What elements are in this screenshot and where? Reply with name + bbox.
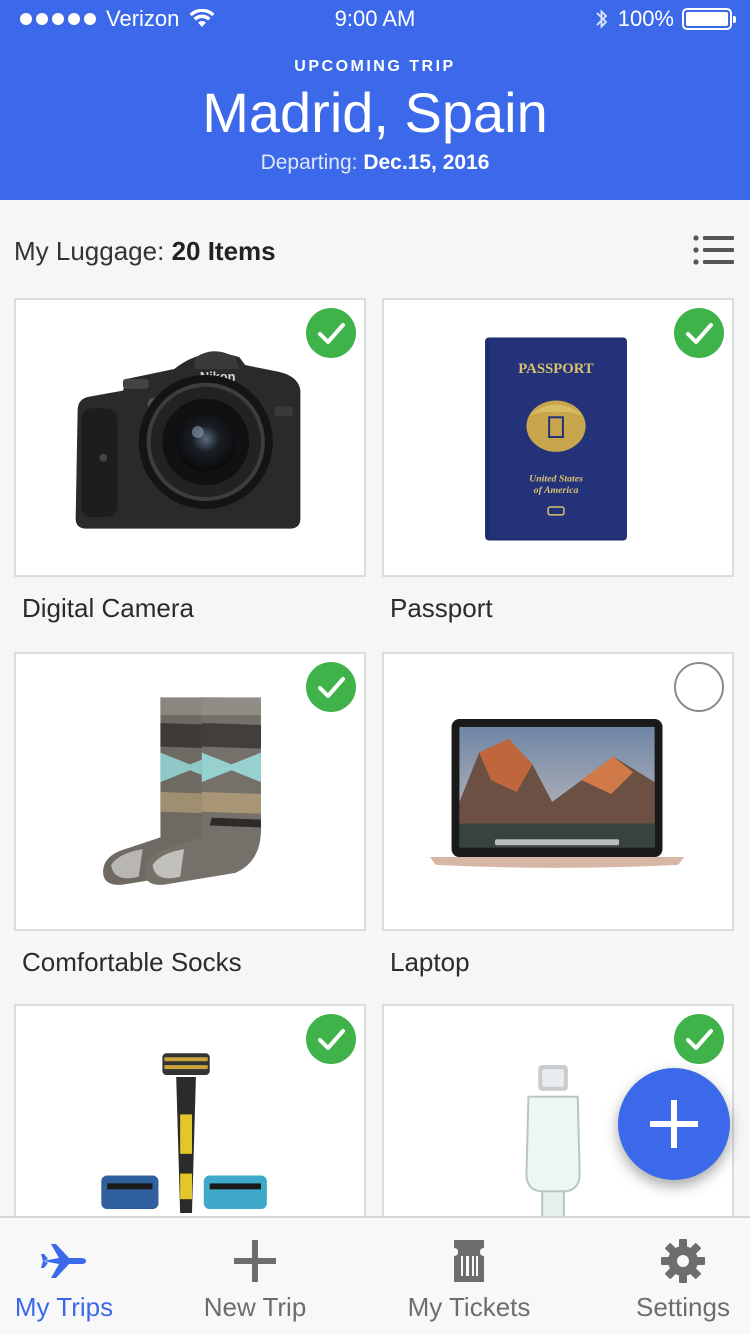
departure-info: Departing: Dec.15, 2016 (0, 151, 750, 175)
departing-label: Departing: (260, 151, 358, 174)
tab-my-trips[interactable]: My Trips (0, 1218, 128, 1334)
status-right: 100% (594, 6, 736, 32)
tab-settings[interactable]: Settings (624, 1218, 742, 1334)
plus-icon (234, 1240, 276, 1282)
item-label: Comfortable Socks (22, 947, 242, 977)
trip-header: Verizon 9:00 AM 100% UPCOMING TRIP Madri… (0, 0, 750, 200)
tab-my-tickets[interactable]: My Tickets (394, 1218, 544, 1334)
plus-icon (650, 1100, 698, 1148)
luggage-item-card[interactable]: PASSPORT United States of America Passpo… (382, 298, 734, 624)
status-bar: Verizon 9:00 AM 100% (0, 0, 750, 40)
luggage-count: My Luggage: 20 Items (14, 236, 276, 267)
checkmark-icon (318, 677, 345, 698)
gear-icon (661, 1239, 705, 1283)
tab-label: Settings (636, 1292, 730, 1322)
item-packed-checkmark[interactable] (306, 1014, 356, 1064)
passport-heading: PASSPORT (518, 361, 594, 377)
item-label: Passport (390, 593, 493, 623)
item-packed-checkmark[interactable] (674, 308, 724, 358)
ticket-icon (454, 1240, 484, 1282)
checkmark-icon (318, 1029, 345, 1050)
airplane-icon (41, 1244, 86, 1278)
bluetooth-icon (596, 9, 607, 29)
item-unpacked-circle[interactable] (674, 662, 724, 712)
departing-date: Dec.15, 2016 (363, 151, 490, 174)
battery-percent: 100% (617, 6, 674, 31)
luggage-items-count: 20 Items (171, 236, 276, 266)
item-label: Digital Camera (22, 593, 194, 623)
luggage-item-card[interactable]: Nikon Digital Camera (14, 298, 366, 624)
item-image-frame[interactable] (382, 652, 734, 931)
item-packed-checkmark[interactable] (306, 308, 356, 358)
luggage-summary: My Luggage: 20 Items (14, 232, 736, 272)
tab-label: New Trip (203, 1292, 307, 1322)
item-image-frame[interactable]: Nikon (14, 298, 366, 577)
checkmark-icon (318, 323, 345, 344)
item-packed-checkmark[interactable] (306, 662, 356, 712)
item-image-frame[interactable]: PASSPORT United States of America (382, 298, 734, 577)
luggage-item-card[interactable]: Comfortable Socks (14, 652, 366, 978)
item-packed-checkmark[interactable] (674, 1014, 724, 1064)
battery-icon (682, 8, 736, 30)
tab-new-trip[interactable]: New Trip (190, 1218, 320, 1334)
trip-eyebrow: UPCOMING TRIP (294, 58, 456, 75)
bottom-tab-bar: My Trips New Trip My Tickets Settings (0, 1216, 750, 1334)
checkmark-icon (686, 1029, 713, 1050)
list-view-icon[interactable] (692, 232, 736, 268)
tab-label: My Trips (14, 1292, 114, 1322)
item-label: Laptop (390, 947, 470, 977)
passport-country-line1: United States (529, 473, 583, 484)
checkmark-icon (686, 323, 713, 344)
luggage-label: My Luggage: (14, 236, 165, 266)
item-image-frame[interactable] (14, 652, 366, 931)
trip-destination-title: Madrid, Spain (202, 81, 548, 144)
add-item-button[interactable] (618, 1068, 730, 1180)
passport-country-line2: of America (534, 485, 579, 496)
tab-label: My Tickets (407, 1292, 531, 1322)
luggage-item-card[interactable]: Laptop (382, 652, 734, 978)
